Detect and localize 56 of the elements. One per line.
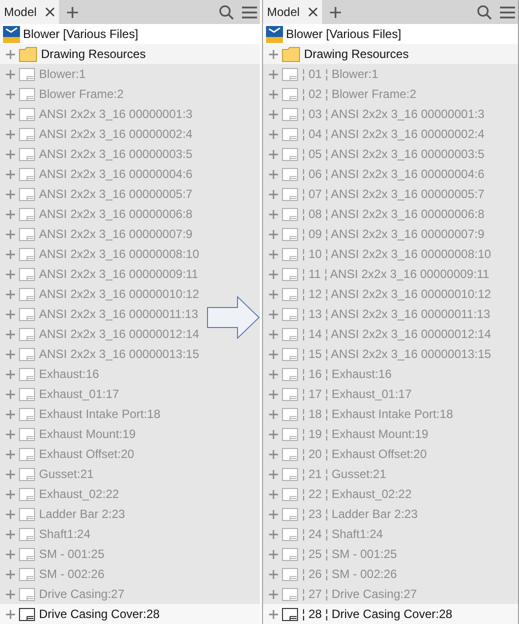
tree-item[interactable]: ANSI 2x2x 3_16 00000009:11 — [39, 265, 198, 283]
tree-item[interactable]: ANSI 2x2x 3_16 00000012:14 — [39, 325, 200, 343]
tree-item[interactable]: ¦ 04 ¦ ANSI 2x2x 3_16 00000002:4 — [302, 125, 484, 143]
tree-item[interactable]: ANSI 2x2x 3_16 00000011:13 — [39, 305, 198, 323]
tree-item[interactable]: ¦ 01 ¦ Blower:1 — [302, 65, 378, 83]
tree-item[interactable]: ¦ 23 ¦ Ladder Bar 2:23 — [302, 505, 418, 523]
model-tab[interactable]: Model — [263, 0, 322, 24]
tree-item[interactable]: ¦ 11 ¦ ANSI 2x2x 3_16 00000009:11 — [302, 265, 490, 283]
tree-item[interactable]: ¦ 17 ¦ Exhaust_01:17 — [302, 385, 412, 403]
tree-item[interactable]: Ladder Bar 2:23 — [39, 505, 126, 523]
tree-item[interactable]: ¦ 22 ¦ Exhaust_02:22 — [302, 485, 412, 503]
tree-item[interactable]: Blower Frame:2 — [39, 85, 124, 103]
tree-item[interactable]: ¦ 07 ¦ ANSI 2x2x 3_16 00000005:7 — [302, 185, 484, 203]
tree-item[interactable]: Exhaust Offset:20 — [39, 445, 134, 463]
tree-item[interactable]: ¦ 27 ¦ Drive Casing:27 — [302, 585, 417, 603]
tree-item[interactable]: ANSI 2x2x 3_16 00000004:6 — [39, 165, 192, 183]
tree-item[interactable]: Exhaust:16 — [39, 365, 100, 383]
tree-item[interactable]: Exhaust_01:17 — [39, 385, 120, 403]
tree-item[interactable]: ANSI 2x2x 3_16 00000005:7 — [39, 185, 192, 203]
tree-item[interactable]: ¦ 20 ¦ Exhaust Offset:20 — [302, 445, 427, 463]
tree-item[interactable]: Drive Casing:27 — [39, 585, 124, 603]
tree-item[interactable]: ANSI 2x2x 3_16 00000008:10 — [39, 245, 200, 263]
tree-item[interactable]: SM - 001:25 — [39, 545, 104, 563]
tree-item[interactable]: ¦ 15 ¦ ANSI 2x2x 3_16 00000013:15 — [302, 345, 492, 363]
tree-item[interactable]: ¦ 24 ¦ Shaft1:24 — [302, 525, 383, 543]
tree-item[interactable]: Shaft1:24 — [39, 525, 90, 543]
tree-item[interactable]: ¦ 26 ¦ SM - 002:26 — [302, 565, 397, 583]
tree-item[interactable]: Gusset:21 — [39, 465, 94, 483]
tree-item[interactable]: ¦ 06 ¦ ANSI 2x2x 3_16 00000004:6 — [302, 165, 484, 183]
tree-item[interactable]: ANSI 2x2x 3_16 00000010:12 — [39, 285, 200, 303]
tree-item[interactable]: ANSI 2x2x 3_16 00000013:15 — [39, 345, 200, 363]
tree-item[interactable]: ANSI 2x2x 3_16 00000003:5 — [39, 145, 192, 163]
tree-item[interactable]: ANSI 2x2x 3_16 00000006:8 — [39, 205, 192, 223]
tree-item[interactable]: Exhaust Intake Port:18 — [39, 405, 160, 423]
tree-item[interactable]: ¦ 13 ¦ ANSI 2x2x 3_16 00000011:13 — [302, 305, 490, 323]
tree-item[interactable]: Exhaust Mount:19 — [39, 425, 136, 443]
tree-item[interactable]: ANSI 2x2x 3_16 00000001:3 — [39, 105, 192, 123]
tree-item[interactable]: Blower:1 — [39, 65, 86, 83]
tree-item[interactable]: ¦ 25 ¦ SM - 001:25 — [302, 545, 397, 563]
tree-item[interactable]: ¦ 21 ¦ Gusset:21 — [302, 465, 386, 483]
tree-item[interactable]: ¦ 12 ¦ ANSI 2x2x 3_16 00000010:12 — [302, 285, 492, 303]
tree-item[interactable]: ¦ 03 ¦ ANSI 2x2x 3_16 00000001:3 — [302, 105, 484, 123]
tree-item[interactable]: SM - 002:26 — [39, 565, 104, 583]
tree-item[interactable]: ANSI 2x2x 3_16 00000002:4 — [39, 125, 192, 143]
tree-item[interactable]: ¦ 16 ¦ Exhaust:16 — [302, 365, 392, 383]
tree-item[interactable]: Exhaust_02:22 — [39, 485, 120, 503]
model-tab[interactable]: Model — [0, 0, 59, 24]
tree-item[interactable]: ANSI 2x2x 3_16 00000007:9 — [39, 225, 192, 243]
tree-item[interactable]: ¦ 14 ¦ ANSI 2x2x 3_16 00000012:14 — [302, 325, 492, 343]
tree-item[interactable]: ¦ 18 ¦ Exhaust Intake Port:18 — [302, 405, 453, 423]
tree-item[interactable]: ¦ 05 ¦ ANSI 2x2x 3_16 00000003:5 — [302, 145, 484, 163]
tree-item[interactable]: ¦ 02 ¦ Blower Frame:2 — [302, 85, 416, 103]
tree-item[interactable]: ¦ 09 ¦ ANSI 2x2x 3_16 00000007:9 — [302, 225, 484, 243]
tree-item[interactable]: ¦ 10 ¦ ANSI 2x2x 3_16 00000008:10 — [302, 245, 492, 263]
tree-item[interactable]: ¦ 08 ¦ ANSI 2x2x 3_16 00000006:8 — [302, 205, 484, 223]
tree-item[interactable]: ¦ 19 ¦ Exhaust Mount:19 — [302, 425, 428, 443]
